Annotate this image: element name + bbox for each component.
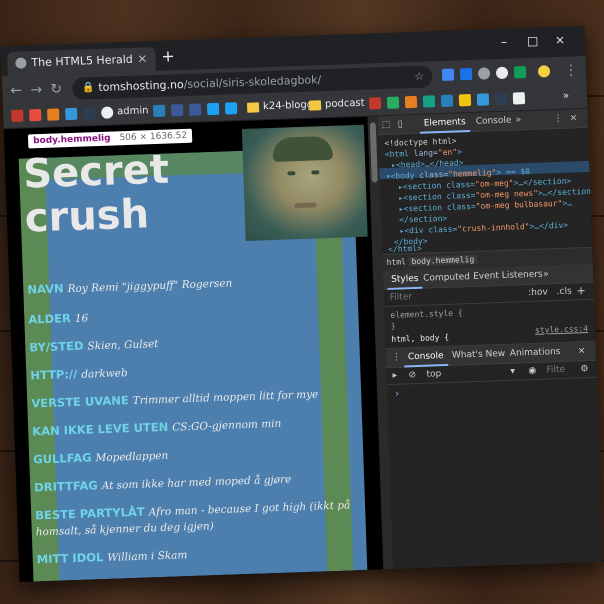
drawer-tab-whats-new[interactable]: What's New [452,349,506,361]
bookmark-k24-blogg[interactable]: k24-blogg [263,99,313,112]
element-style-rule[interactable]: element.style { [390,307,463,321]
drawer-tab-animations[interactable]: Animations [510,347,561,359]
new-tab-button[interactable]: + [161,46,175,65]
reload-icon[interactable]: ↻ [50,81,62,97]
back-icon[interactable]: ← [10,83,22,99]
bookmark-icon[interactable] [152,104,166,118]
facebook-icon[interactable] [188,103,202,116]
tooltip-size: 506 × 1636.52 [119,130,188,144]
tab-styles[interactable]: Styles [391,274,419,285]
bookmark-icon[interactable] [458,93,472,107]
bookmark-icon[interactable] [512,92,526,105]
title-line-1: Secret [22,146,170,198]
bookmark-icon[interactable] [422,95,436,108]
forward-icon[interactable]: → [30,82,42,98]
devtools-panel: ⬚ ▯ Elements Console » ⋮ × <!doctype htm… [377,108,604,570]
sidebar-toggle-icon[interactable]: ▸ [392,371,397,381]
bookmark-icon[interactable] [11,109,24,123]
clear-console-icon[interactable]: ⊘ [408,370,416,380]
console-drawer: ⋮ Console What's New Animations × ▸ ⊘ to… [385,340,604,570]
cls-toggle[interactable]: .cls [557,287,572,298]
extension-icon[interactable] [513,66,527,79]
close-tab-icon[interactable]: × [137,51,148,65]
bookmark-icon[interactable] [494,92,508,106]
twitter-icon[interactable] [206,102,220,116]
breadcrumb-html[interactable]: html [386,257,406,267]
drawer-tab-console[interactable]: Console [408,351,444,362]
scrollbar-thumb[interactable] [369,122,378,183]
extension-icon[interactable] [495,66,509,80]
bookmark-icon[interactable] [83,107,96,120]
page-viewport: Secret crush body.hemmelig 506 × 1636.52… [3,116,384,583]
element-inspector-tooltip: body.hemmelig 506 × 1636.52 [27,128,193,149]
devtools-menu-icon[interactable]: ⋮ [554,114,563,124]
maximize-button[interactable]: □ [527,34,539,48]
url-path: /social/siris-skoledagbok/ [183,73,322,91]
inspect-icon[interactable]: ⬚ [382,120,391,130]
bookmark-icon[interactable] [368,97,382,110]
bookmark-icon[interactable] [47,108,60,121]
profile-avatar-icon[interactable] [537,65,551,78]
tab-title: The HTML5 Herald [31,52,133,70]
more-subtabs-icon[interactable]: » [543,269,549,279]
more-tabs-icon[interactable]: » [516,115,522,125]
device-toolbar-icon[interactable]: ▯ [398,119,403,129]
tab-elements[interactable]: Elements [424,117,466,128]
tab-computed[interactable]: Computed [423,272,470,284]
folder-icon [308,100,322,111]
console-prompt[interactable]: › [395,389,399,400]
bookmark-podcast[interactable]: podcast [325,98,365,110]
hov-toggle[interactable]: :hov [528,287,548,298]
bookmark-star-icon[interactable]: ☆ [414,66,425,88]
favicon-icon [15,57,27,69]
close-drawer-icon[interactable]: × [578,346,586,356]
tab-console[interactable]: Console [476,116,512,127]
add-rule-icon[interactable]: + [576,284,586,297]
css-rule[interactable]: html, body { [391,332,449,345]
rule-close: } [390,321,396,331]
lock-icon: 🔒 [82,82,95,94]
gear-icon[interactable]: ⚙ [580,364,588,374]
rule-source-link[interactable]: style.css:4 [535,323,588,336]
twitter-icon[interactable] [224,102,238,115]
bookmark-icon[interactable] [100,106,114,119]
filter-input[interactable]: Filter [390,292,413,303]
extension-icon[interactable] [459,67,473,81]
bookmark-icon[interactable] [440,94,454,108]
close-devtools-icon[interactable]: × [570,113,578,123]
chevron-down-icon[interactable]: ▾ [510,367,515,377]
bookmark-icon[interactable] [65,107,78,121]
url-host: tomshosting.no [98,77,184,94]
folder-icon [246,102,260,113]
facebook-icon[interactable] [170,104,184,117]
photo-highlight-overlay [241,124,368,241]
bookmark-icon[interactable] [476,93,490,106]
bookmark-icon[interactable] [29,108,42,122]
browser-window: The HTML5 Herald × + – □ × ← → ↻ 🔒 tomsh… [0,25,604,583]
eye-icon[interactable]: ◉ [528,366,536,376]
bookmark-icon[interactable] [386,96,400,109]
breadcrumb-body[interactable]: body.hemmelig [408,254,478,267]
tab-event-listeners[interactable]: Event Listeners [473,270,543,282]
console-filter-input[interactable]: Filte [546,365,565,376]
extension-icon[interactable] [441,68,455,81]
drawer-menu-icon[interactable]: ⋮ [392,353,401,363]
bookmark-icon[interactable] [404,95,418,109]
page-title: Secret crush [22,146,172,242]
context-select[interactable]: top [426,369,441,380]
bookmark-admin[interactable]: admin [117,105,149,117]
more-bookmarks-icon[interactable]: » [563,91,570,102]
minimize-button[interactable]: – [501,35,507,49]
close-window-button[interactable]: × [555,33,566,47]
title-line-2: crush [24,191,150,242]
tooltip-selector: body.hemmelig [32,133,111,147]
menu-icon[interactable]: ⋮ [564,62,579,78]
extension-icon[interactable] [477,67,491,80]
